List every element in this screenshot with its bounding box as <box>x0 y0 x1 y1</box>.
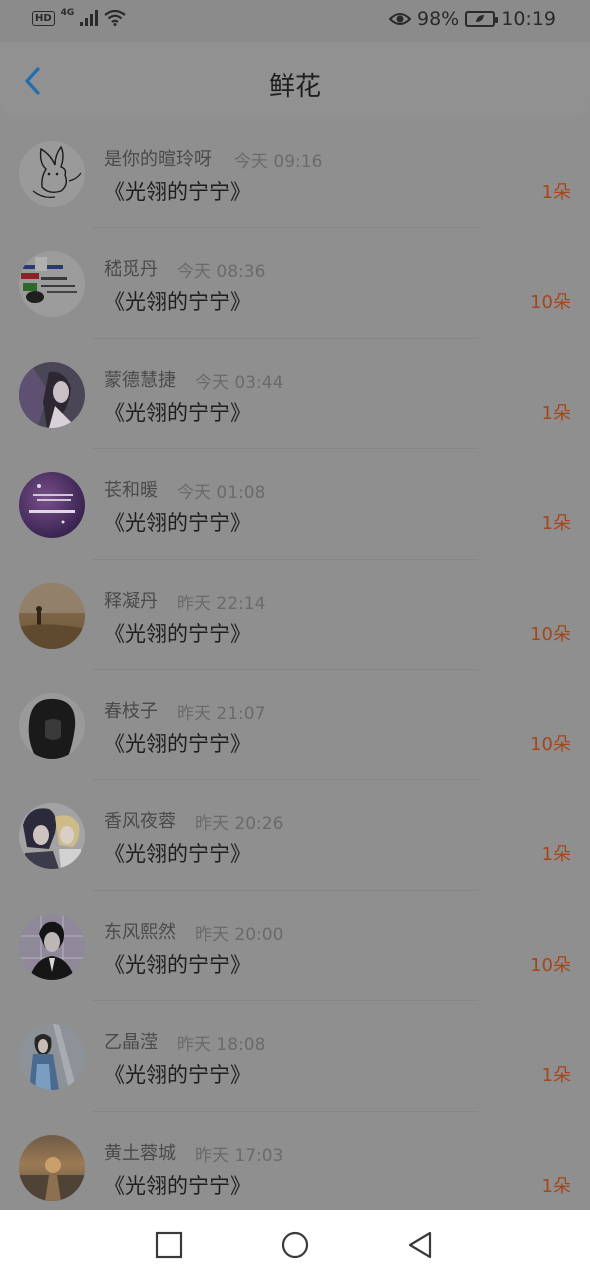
book-title[interactable]: 《光翎的宁宁》 <box>104 1170 251 1200</box>
wifi-icon <box>104 10 127 26</box>
avatar[interactable] <box>19 803 85 870</box>
gift-time: 昨天 18:08 <box>177 1035 266 1056</box>
book-title[interactable]: 《光翎的宁宁》 <box>104 1059 251 1089</box>
flower-count: 1朵 <box>541 402 571 424</box>
avatar[interactable] <box>19 251 85 318</box>
eye-icon <box>389 13 411 25</box>
sender-name: 东风熙然 <box>104 921 176 943</box>
avatar[interactable] <box>19 141 85 207</box>
sender-name: 香风夜蓉 <box>104 811 176 833</box>
gift-list: 是你的暄玲呀 今天 09:16 《光翎的宁宁》 1朵 嵇觅丹 今天 08:36 … <box>0 118 590 1222</box>
network-type: 4G <box>60 8 75 18</box>
list-item[interactable]: 黄土蓉城 昨天 17:03 《光翎的宁宁》 1朵 <box>0 1112 590 1222</box>
back-nav-icon[interactable] <box>405 1230 435 1260</box>
sender-name: 嵇觅丹 <box>104 259 158 281</box>
system-nav-bar <box>0 1210 590 1280</box>
sender-name: 黄土蓉城 <box>104 1142 176 1164</box>
sender-name: 春枝子 <box>104 700 158 722</box>
gift-time: 今天 01:08 <box>177 483 266 504</box>
list-item[interactable]: 春枝子 昨天 21:07 《光翎的宁宁》 10朵 <box>0 670 590 781</box>
sender-name: 释凝丹 <box>104 590 158 612</box>
status-left: HD 4G <box>32 8 127 26</box>
signal-icon <box>80 10 99 26</box>
book-title[interactable]: 《光翎的宁宁》 <box>104 838 251 868</box>
book-title[interactable]: 《光翎的宁宁》 <box>104 176 251 206</box>
avatar[interactable] <box>19 361 85 428</box>
flower-count: 10朵 <box>530 954 571 976</box>
avatar[interactable] <box>19 472 85 539</box>
sender-name: 苌和暖 <box>104 480 158 502</box>
gift-time: 今天 09:16 <box>234 152 323 172</box>
sender-name: 蒙德慧捷 <box>104 369 176 391</box>
book-title[interactable]: 《光翎的宁宁》 <box>104 949 251 979</box>
home-icon[interactable] <box>280 1230 310 1260</box>
status-bar: HD 4G 98% 10:19 <box>0 0 590 42</box>
hd-badge: HD <box>32 10 55 26</box>
battery-percent: 98% <box>417 8 460 30</box>
list-item[interactable]: 东风熙然 昨天 20:00 《光翎的宁宁》 10朵 <box>0 891 590 1002</box>
list-item[interactable]: 蒙德慧捷 今天 03:44 《光翎的宁宁》 1朵 <box>0 339 590 450</box>
gift-time: 昨天 20:00 <box>195 924 284 945</box>
avatar[interactable] <box>19 1024 85 1091</box>
avatar[interactable] <box>19 1134 85 1201</box>
list-item[interactable]: 是你的暄玲呀 今天 09:16 《光翎的宁宁》 1朵 <box>0 118 590 229</box>
list-item[interactable]: 释凝丹 昨天 22:14 《光翎的宁宁》 10朵 <box>0 560 590 670</box>
book-title[interactable]: 《光翎的宁宁》 <box>104 286 251 316</box>
flower-count: 1朵 <box>541 1065 571 1087</box>
header: 鲜花 <box>0 42 590 116</box>
gift-time: 昨天 22:14 <box>177 593 266 614</box>
battery-icon <box>465 11 499 27</box>
avatar[interactable] <box>19 913 85 980</box>
flower-count: 1朵 <box>541 844 571 866</box>
flower-count: 10朵 <box>530 623 571 645</box>
recents-icon[interactable] <box>154 1230 184 1260</box>
book-title[interactable]: 《光翎的宁宁》 <box>104 507 251 537</box>
gift-time: 昨天 21:07 <box>177 703 266 724</box>
sender-name: 是你的暄玲呀 <box>104 149 212 170</box>
list-item[interactable]: 乙晶滢 昨天 18:08 《光翎的宁宁》 1朵 <box>0 1001 590 1112</box>
flower-count: 10朵 <box>530 733 571 755</box>
book-title[interactable]: 《光翎的宁宁》 <box>104 728 251 758</box>
flower-count: 1朵 <box>541 182 571 203</box>
list-item[interactable]: 嵇觅丹 今天 08:36 《光翎的宁宁》 10朵 <box>0 228 590 339</box>
avatar[interactable] <box>19 582 85 649</box>
book-title[interactable]: 《光翎的宁宁》 <box>104 397 251 427</box>
list-item[interactable]: 香风夜蓉 昨天 20:26 《光翎的宁宁》 1朵 <box>0 780 590 891</box>
flower-count: 1朵 <box>541 513 571 535</box>
gift-time: 昨天 17:03 <box>195 1145 284 1166</box>
clock: 10:19 <box>501 8 556 30</box>
status-right: 98% 10:19 <box>389 8 556 30</box>
flower-count: 1朵 <box>541 1175 571 1197</box>
avatar[interactable] <box>19 692 85 759</box>
page-title: 鲜花 <box>268 72 321 102</box>
flower-count: 10朵 <box>530 292 571 314</box>
gift-time: 今天 03:44 <box>195 372 284 393</box>
gift-time: 昨天 20:26 <box>195 814 284 835</box>
book-title[interactable]: 《光翎的宁宁》 <box>104 618 251 648</box>
sender-name: 乙晶滢 <box>104 1032 158 1054</box>
list-item[interactable]: 苌和暖 今天 01:08 《光翎的宁宁》 1朵 <box>0 449 590 560</box>
gift-time: 今天 08:36 <box>177 262 266 283</box>
app-screen: HD 4G 98% 10:19 鲜花 是你的暄玲呀 今天 09:16 《光翎的宁… <box>0 0 590 1280</box>
